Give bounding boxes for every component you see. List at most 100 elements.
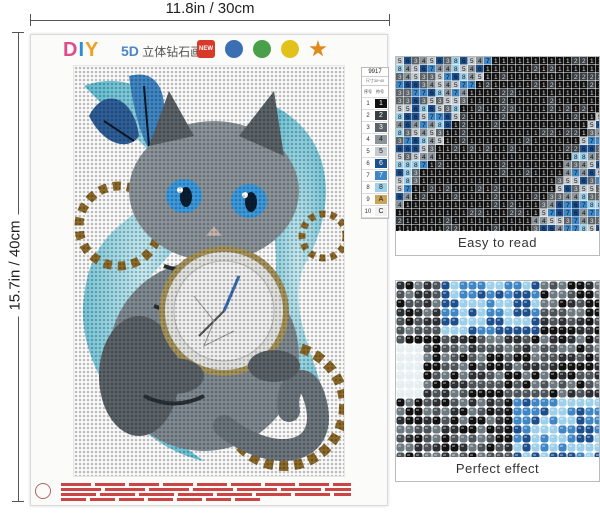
diamond-bead: [576, 416, 585, 425]
grid-symbol: 1: [510, 66, 514, 73]
diamond-bead: [549, 344, 558, 353]
diamond-bead: [495, 371, 504, 380]
diamond-bead: [540, 389, 549, 398]
diamond-bead: [405, 335, 414, 344]
grid-symbol: 1: [526, 154, 530, 161]
bead-highlight: [479, 301, 482, 303]
diamond-bead: [495, 326, 504, 335]
grid-symbol: 1: [486, 90, 490, 97]
bead-highlight: [569, 382, 572, 384]
diamond-bead: [486, 317, 495, 326]
bead-highlight: [461, 400, 464, 402]
bead-highlight: [587, 382, 590, 384]
grid-symbol: 1: [478, 170, 482, 177]
diamond-bead: [396, 425, 405, 434]
grid-symbol: 3: [598, 218, 599, 225]
grid-symbol: 1: [534, 138, 538, 145]
diamond-bead: [396, 416, 405, 425]
grid-symbol: 1: [414, 202, 418, 209]
grid-symbol: 4: [398, 122, 402, 129]
diamond-bead: [468, 416, 477, 425]
bead-highlight: [443, 409, 446, 411]
bead-highlight: [497, 319, 500, 321]
bead-highlight: [425, 283, 428, 285]
diamond-bead: [468, 290, 477, 299]
bead-highlight: [515, 427, 518, 429]
bead-highlight: [425, 310, 428, 312]
bead-highlight: [461, 409, 464, 411]
grid-symbol: 1: [478, 114, 482, 121]
grid-symbol: 1: [462, 178, 466, 185]
grid-symbol: 1: [510, 130, 514, 137]
bead-highlight: [407, 436, 410, 438]
diamond-bead: [477, 380, 486, 389]
diamond-bead: [414, 353, 423, 362]
grid-symbol: 1: [582, 90, 586, 97]
bead-highlight: [461, 337, 464, 339]
bead-highlight: [452, 409, 455, 411]
grid-symbol: 1: [502, 122, 506, 129]
diamond-bead: [504, 398, 513, 407]
diamond-bead: [441, 335, 450, 344]
bead-highlight: [416, 301, 419, 303]
grid-symbol: 2: [518, 210, 522, 217]
diamond-bead: [549, 443, 558, 452]
grid-symbol: 1: [478, 218, 482, 225]
bead-highlight: [452, 454, 455, 456]
bead-highlight: [497, 454, 500, 456]
grid-symbol: 6: [422, 66, 426, 73]
diamond-bead: [558, 344, 567, 353]
recycle-icon: [252, 40, 272, 58]
grid-symbol: 8: [582, 194, 586, 201]
diamond-bead: [549, 281, 558, 290]
grid-symbol: 3: [398, 90, 402, 97]
bead-highlight: [596, 409, 599, 411]
bead-highlight: [443, 373, 446, 375]
width-dimension: 11.8in / 30cm: [30, 0, 390, 30]
bead-highlight: [461, 436, 464, 438]
bead-highlight: [569, 346, 572, 348]
grid-symbol: 4: [582, 170, 586, 177]
diamond-bead: [522, 281, 531, 290]
diamond-bead: [477, 362, 486, 371]
grid-symbol: 1: [590, 114, 594, 121]
diamond-bead: [513, 290, 522, 299]
bead-highlight: [533, 427, 536, 429]
instructions-fine-print: [61, 481, 351, 503]
grid-symbol: 8: [454, 106, 458, 113]
bead-highlight: [596, 436, 599, 438]
diamond-bead: [594, 434, 599, 443]
bead-highlight: [533, 400, 536, 402]
diamond-bead: [594, 425, 599, 434]
diamond-bead: [531, 308, 540, 317]
bead-highlight: [524, 301, 527, 303]
grid-symbol: 1: [470, 162, 474, 169]
grid-symbol: 4: [398, 202, 402, 209]
grid-symbol: 1: [486, 162, 490, 169]
grid-symbol: 6: [590, 146, 594, 153]
diamond-bead: [585, 326, 594, 335]
bead-highlight: [407, 400, 410, 402]
diamond-bead: [441, 443, 450, 452]
grid-symbol: 5: [574, 178, 578, 185]
diamond-bead: [459, 299, 468, 308]
bead-highlight: [542, 328, 545, 330]
legend-code: 9917: [362, 68, 388, 77]
grid-symbol: 7: [454, 90, 458, 97]
diamond-bead: [432, 290, 441, 299]
bead-highlight: [578, 337, 581, 339]
diamond-bead: [585, 371, 594, 380]
diamond-bead: [495, 362, 504, 371]
grid-symbol: 8: [406, 170, 410, 177]
diamond-bead: [540, 380, 549, 389]
diamond-bead: [477, 308, 486, 317]
grid-symbol: 8: [398, 66, 402, 73]
bead-highlight: [560, 391, 563, 393]
diamond-bead: [423, 344, 432, 353]
bead-highlight: [533, 301, 536, 303]
grid-symbol: 6: [582, 146, 586, 153]
diamond-bead: [585, 425, 594, 434]
grid-symbol: 1: [470, 106, 474, 113]
grid-symbol: 8: [438, 122, 442, 129]
diamond-bead: [495, 389, 504, 398]
